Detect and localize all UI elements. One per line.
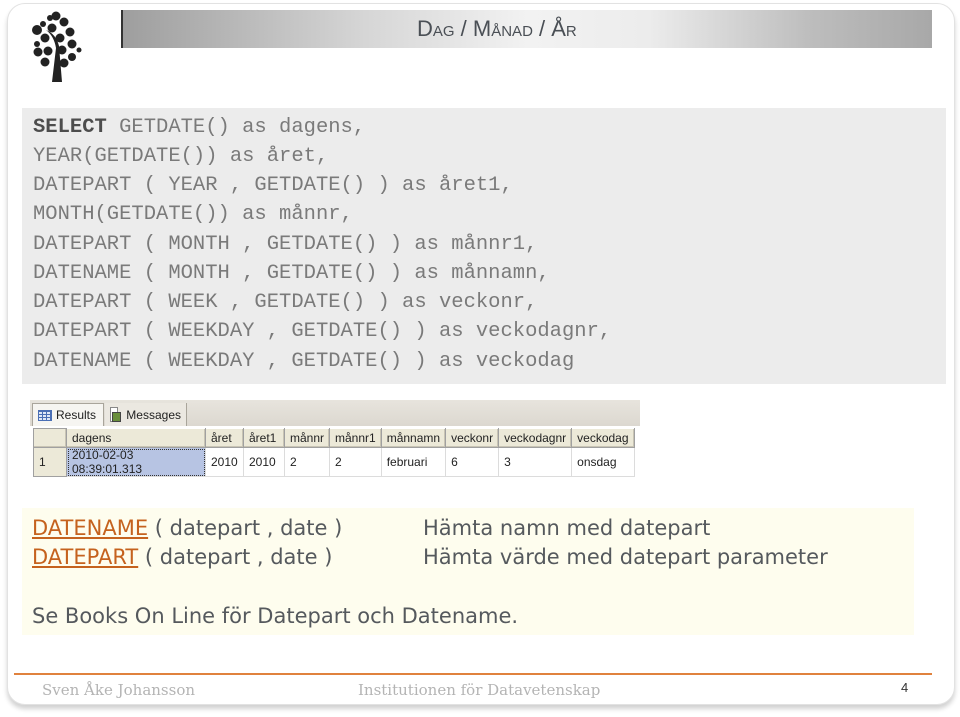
function-description: Hämta namn med datepart [423,516,711,540]
tab-label: Results [56,408,97,422]
column-header[interactable]: dagens [66,428,206,448]
code-line: MONTH(GETDATE()) as månnr, [33,203,353,226]
code-line: YEAR(GETDATE()) as året, [33,145,329,168]
function-signature: ( datepart , date ) [138,545,333,569]
grid-corner[interactable] [33,428,67,448]
column-header[interactable]: månnr1 [329,428,382,448]
tree-logo-icon [32,11,82,82]
footer-author: Sven Åke Johansson [42,681,196,699]
code-line: DATEPART ( WEEK , GETDATE() ) as veckonr… [33,291,538,314]
column-header[interactable]: året [205,428,244,448]
grid-cell[interactable]: 2010 [243,447,285,477]
tab-results[interactable]: Results [32,403,104,426]
code-line: DATEPART ( MONTH , GETDATE() ) as månnr1… [33,233,538,256]
grid-icon [38,409,52,421]
slide-title: Dag / Månad / År [417,16,577,41]
row-number[interactable]: 1 [33,447,67,477]
results-grid: dagens året året1 månnr månnr1 månnamn v… [33,428,635,477]
tab-messages[interactable]: Messages [105,403,187,426]
grid-cell[interactable]: 2 [329,447,382,477]
info-box: DATENAME ( datepart , date ) Hämta namn … [22,508,914,635]
grid-cell[interactable]: 3 [498,447,573,477]
grid-cell[interactable]: onsdag [571,447,635,477]
column-header[interactable]: veckodag [571,428,635,448]
results-tab-bar: Results Messages [30,400,640,426]
grid-cell[interactable]: 2 [283,447,331,477]
tab-label: Messages [126,407,181,422]
select-keyword: SELECT [33,116,107,139]
function-line: DATENAME ( datepart , date ) [32,516,342,540]
grid-cell[interactable]: 2010 [205,447,244,477]
function-signature: ( datepart , date ) [148,516,343,540]
column-header[interactable]: veckonr [445,428,500,448]
function-description: Hämta värde med datepart parameter [423,545,828,569]
column-header[interactable]: veckodagnr [498,428,573,448]
footer-divider [14,673,932,675]
column-header[interactable]: månnr [283,428,331,448]
column-header[interactable]: månnamn [380,428,447,448]
code-line: DATEPART ( YEAR , GETDATE() ) as året1, [33,174,513,197]
results-pane: Results Messages dagens året året1 månnr… [30,400,640,477]
books-online-note: Se Books On Line för Datepart och Datena… [32,604,519,628]
sql-code-block: SELECT GETDATE() as dagens, YEAR(GETDATE… [22,108,946,384]
page-number: 4 [901,680,909,695]
title-bar: Dag / Månad / År [121,10,932,48]
grid-cell[interactable]: februari [380,447,447,477]
code-line: DATENAME ( WEEKDAY , GETDATE() ) as veck… [33,350,575,373]
footer-department: Institutionen för Datavetenskap [358,681,601,699]
code-line: DATENAME ( MONTH , GETDATE() ) as månnam… [33,262,550,285]
grid-cell[interactable]: 2010-02-03 08:39:01.313 [66,447,206,477]
column-header[interactable]: året1 [243,428,285,448]
datename-link[interactable]: DATENAME [32,516,148,540]
grid-cell[interactable]: 6 [445,447,500,477]
code-line: DATEPART ( WEEKDAY , GETDATE() ) as veck… [33,320,612,343]
table-row[interactable]: 1 2010-02-03 08:39:01.313 2010 2010 2 2 … [33,447,635,477]
code-line: SELECT GETDATE() as dagens, [33,116,365,139]
function-line: DATEPART ( datepart , date ) [32,545,332,569]
code-text: GETDATE() as dagens, [106,116,366,139]
messages-icon [110,407,122,422]
datepart-link[interactable]: DATEPART [32,545,138,569]
